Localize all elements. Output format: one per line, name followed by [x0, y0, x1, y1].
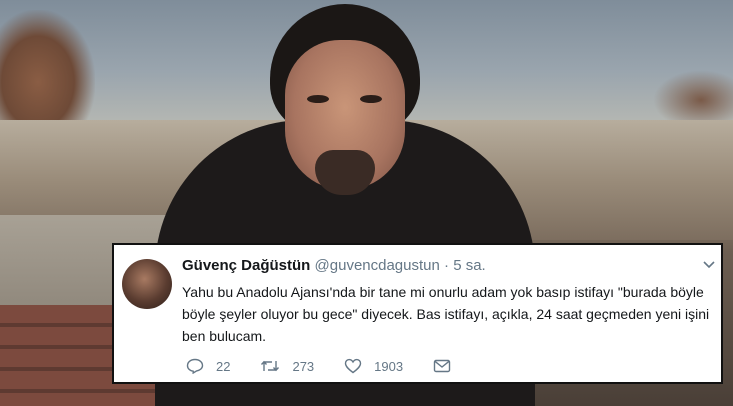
tweet-header: Güvenç Dağüstün @guvencdagustun · 5 sa.	[182, 257, 486, 274]
tweet-time[interactable]: 5 sa.	[453, 257, 486, 274]
tweet-card[interactable]: Güvenç Dağüstün @guvencdagustun · 5 sa. …	[112, 243, 723, 384]
reply-count: 22	[216, 358, 231, 374]
author-handle[interactable]: @guvencdagustun	[315, 257, 440, 274]
reply-icon	[186, 358, 204, 374]
retweet-icon	[261, 360, 280, 372]
like-button[interactable]: 1903	[344, 358, 403, 374]
message-icon	[433, 359, 451, 373]
separator-dot: ·	[444, 257, 450, 274]
person-eye-right	[360, 95, 382, 103]
like-icon	[344, 358, 362, 374]
chevron-down-icon[interactable]	[703, 261, 715, 269]
retweet-button[interactable]: 273	[260, 358, 314, 374]
tweet-actions: 22 273 1903	[186, 358, 493, 374]
retweet-count: 273	[292, 358, 315, 374]
like-count: 1903	[374, 358, 404, 374]
person-eye-left	[307, 95, 329, 103]
avatar[interactable]	[122, 259, 172, 309]
message-button[interactable]	[433, 359, 463, 373]
rocks-left	[0, 10, 95, 130]
tweet-text: Yahu bu Anadolu Ajansı'nda bir tane mi o…	[182, 284, 710, 344]
author-name[interactable]: Güvenç Dağüstün	[182, 257, 310, 274]
reply-button[interactable]: 22	[186, 358, 230, 374]
